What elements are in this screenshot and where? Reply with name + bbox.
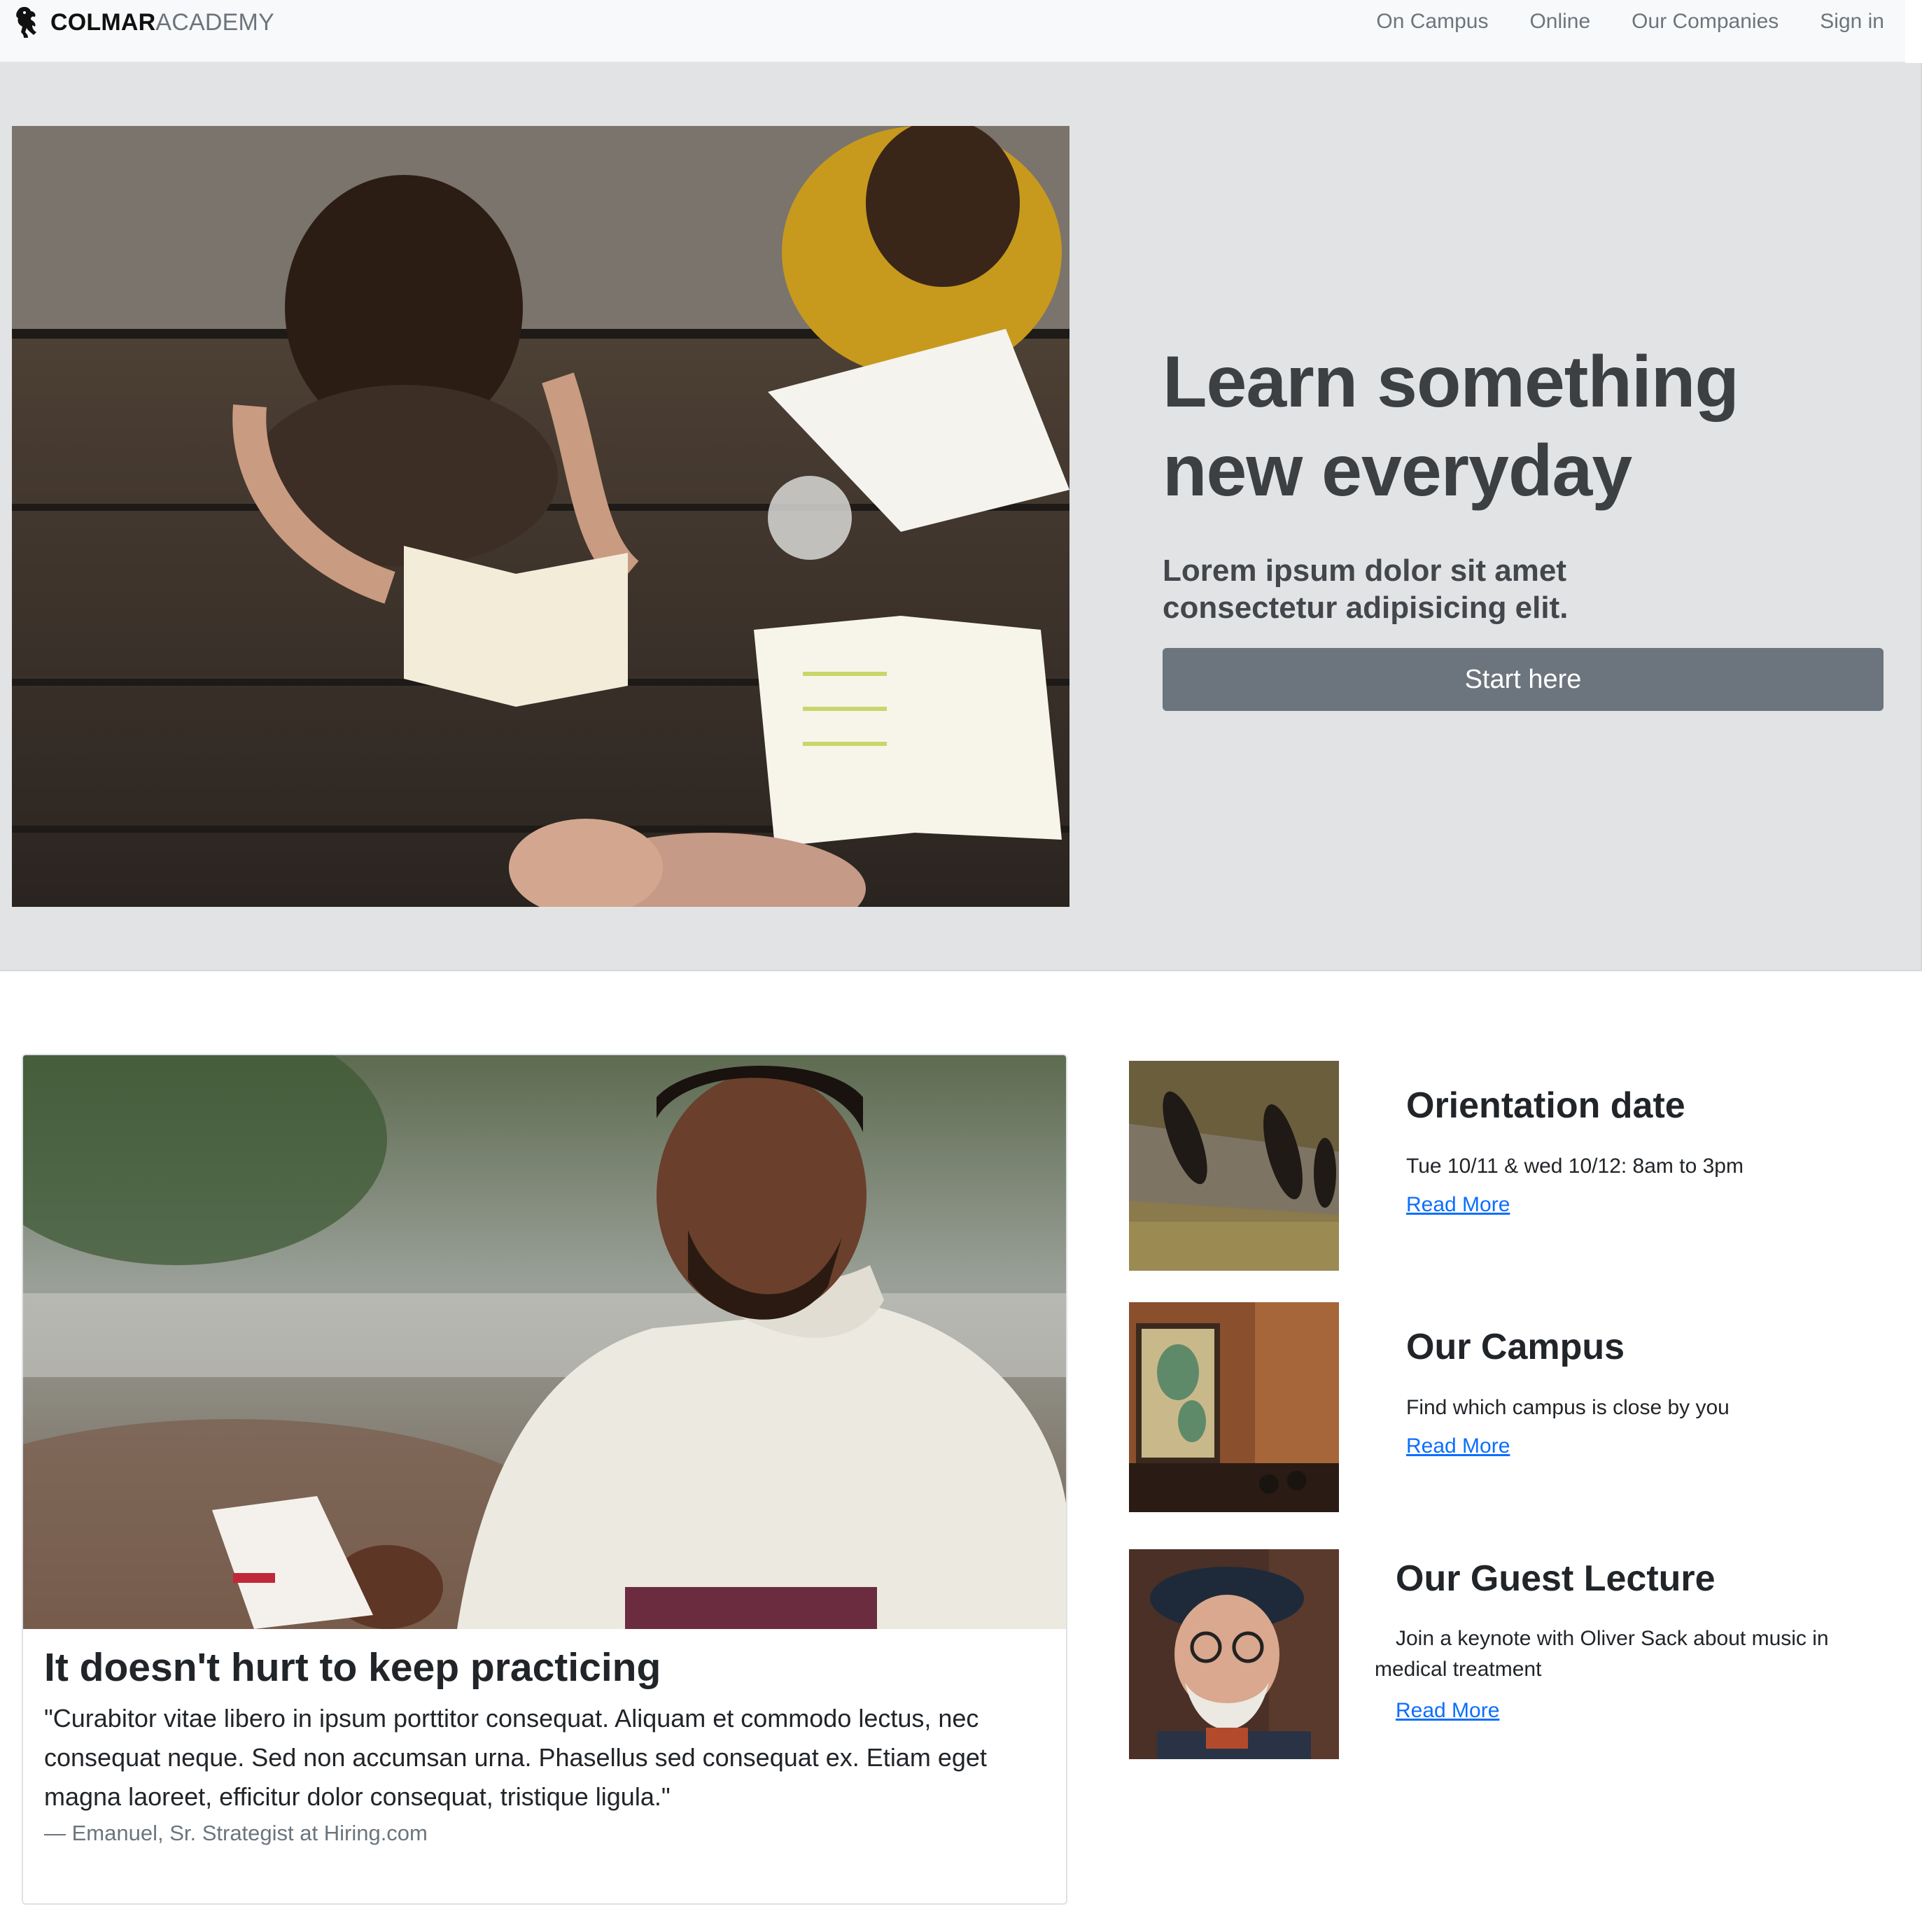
campus-read-more-link[interactable]: Read More: [1406, 1434, 1510, 1458]
nav-link-sign-in[interactable]: Sign in: [1820, 10, 1884, 34]
hero-title: Learn something new everyday: [1163, 338, 1884, 516]
guest-lecture-description: Join a keynote with Oliver Sack about mu…: [1375, 1623, 1865, 1685]
elderly-man-portrait: [1129, 1549, 1339, 1759]
hero-subtitle-line-2: consectetur adipisicing elit.: [1163, 591, 1569, 626]
brand[interactable]: COLMARACADEMY: [13, 0, 274, 45]
hero-subtitle-line-1: Lorem ipsum dolor sit amet: [1163, 553, 1566, 588]
feature-body: It doesn't hurt to keep practicing "Cura…: [44, 1644, 1038, 1846]
people-shadows-photo: [1129, 1061, 1339, 1271]
campus-description: Find which campus is close by you: [1406, 1396, 1730, 1419]
start-here-button[interactable]: Start here: [1163, 648, 1884, 712]
brand-name-bold: COLMAR: [50, 8, 156, 36]
feature-title: It doesn't hurt to keep practicing: [44, 1645, 661, 1690]
feature-attribution: — Emanuel, Sr. Strategist at Hiring.com: [44, 1821, 428, 1845]
hero-title-line-2: new everyday: [1163, 430, 1632, 512]
orientation-title: Orientation date: [1406, 1085, 1685, 1126]
orientation-read-more-link[interactable]: Read More: [1406, 1193, 1510, 1217]
students-reading-photo: [12, 126, 1069, 907]
hero-text: Learn something new everyday Lorem ipsum…: [1163, 338, 1884, 712]
guest-lecture-title: Our Guest Lecture: [1396, 1558, 1716, 1599]
hero-subtitle: Lorem ipsum dolor sit amet consectetur a…: [1163, 552, 1884, 627]
hero-image: [12, 126, 1069, 907]
campus-image: [1129, 1302, 1339, 1512]
campus-interior-photo: [1129, 1302, 1339, 1512]
feature-image: [23, 1055, 1066, 1629]
nav-links: On Campus Online Our Companies Sign in: [1335, 0, 1884, 43]
guest-lecture-description-line-2: medical treatment: [1375, 1658, 1542, 1681]
nav-link-on-campus[interactable]: On Campus: [1376, 10, 1488, 34]
lion-rampant-icon: [16, 6, 36, 38]
man-reading-photo: [23, 1055, 1066, 1629]
hero-title-line-1: Learn something: [1163, 341, 1739, 423]
orientation-image: [1129, 1061, 1339, 1271]
navbar: COLMARACADEMY On Campus Online Our Compa…: [0, 0, 1905, 63]
hero-section: Learn something new everyday Lorem ipsum…: [0, 63, 1922, 971]
guest-lecture-read-more-link[interactable]: Read More: [1396, 1699, 1499, 1723]
orientation-description: Tue 10/11 & wed 10/12: 8am to 3pm: [1406, 1155, 1744, 1178]
campus-title: Our Campus: [1406, 1327, 1625, 1367]
guest-lecture-image: [1129, 1549, 1339, 1759]
nav-link-our-companies[interactable]: Our Companies: [1632, 10, 1779, 34]
guest-lecture-description-line-1: Join a keynote with Oliver Sack about mu…: [1396, 1627, 1829, 1650]
feature-card: It doesn't hurt to keep practicing "Cura…: [22, 1054, 1067, 1905]
feature-quote: "Curabitor vitae libero in ipsum porttit…: [44, 1704, 987, 1811]
nav-link-online[interactable]: Online: [1529, 10, 1590, 34]
brand-name-light: ACADEMY: [155, 8, 274, 36]
